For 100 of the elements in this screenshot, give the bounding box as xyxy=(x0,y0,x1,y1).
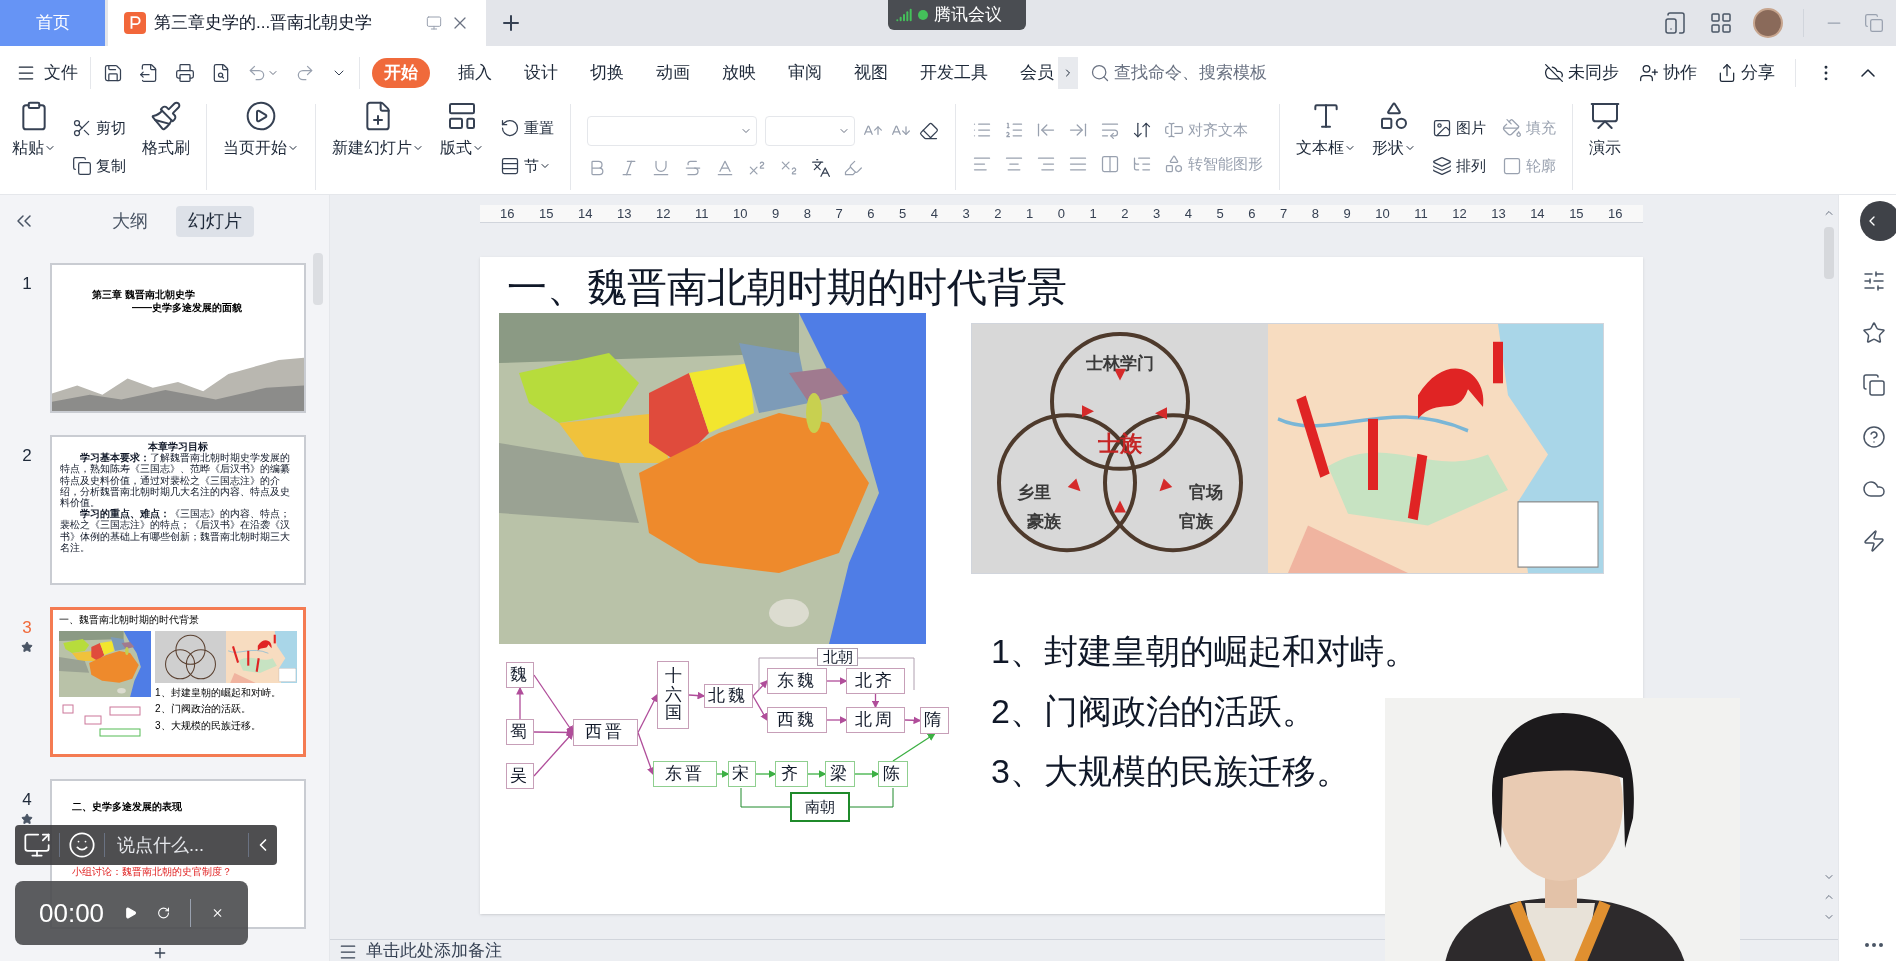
new-slide-button[interactable]: 新建幻灯片 xyxy=(332,100,424,194)
dynasty-node: 吴 xyxy=(506,763,534,789)
chat-bar[interactable]: 说点什么... xyxy=(15,825,277,865)
phonetic-icon[interactable] xyxy=(811,158,831,178)
strikethrough-icon[interactable] xyxy=(683,158,703,178)
menu-tab[interactable]: 切换 xyxy=(586,60,628,86)
slide-number: 4 xyxy=(22,789,32,811)
export-icon[interactable] xyxy=(139,63,159,83)
thumbnail-title: 第三章 魏晋南北朝史学 xyxy=(92,289,196,302)
font-color-icon[interactable] xyxy=(715,158,735,178)
ruler-label: 16 xyxy=(500,204,515,223)
dynasty-node: 十六国 xyxy=(657,661,689,729)
sidebar-tab[interactable]: 幻灯片 xyxy=(176,205,254,237)
grid-icon[interactable] xyxy=(1709,11,1733,35)
star-icon[interactable] xyxy=(1861,321,1886,345)
undo-icon[interactable] xyxy=(247,63,267,83)
ruler-label: 12 xyxy=(655,204,671,223)
slide-number: 3 xyxy=(22,617,32,639)
reset-button[interactable]: 重置 xyxy=(500,116,554,139)
arrange-button[interactable]: 排列 xyxy=(1432,155,1486,178)
sync-status-button[interactable]: 未同步 xyxy=(1544,60,1619,86)
cut-button[interactable]: 剪切 xyxy=(72,116,126,139)
print-preview-icon[interactable] xyxy=(211,63,231,83)
avatar[interactable] xyxy=(1753,8,1783,38)
collaborate-button[interactable]: 协作 xyxy=(1639,60,1697,86)
dynasty-node: 南朝 xyxy=(790,792,850,822)
copy-icon xyxy=(72,156,92,177)
more-tabs-button[interactable] xyxy=(1058,57,1078,89)
chat-input-field[interactable]: 说点什么... xyxy=(117,831,248,859)
menu-tab[interactable]: 开发工具 xyxy=(916,60,992,86)
search-icon xyxy=(1090,63,1110,83)
ruler-label: 7 xyxy=(835,204,843,223)
screen-share-icon[interactable] xyxy=(23,831,51,859)
present-button[interactable]: 演示 xyxy=(1589,100,1621,194)
present-icon xyxy=(1589,100,1621,132)
menu-tab[interactable]: 会员 xyxy=(1016,60,1058,86)
highlight-icon[interactable] xyxy=(843,158,863,178)
slide-thumbnail[interactable]: 一、魏晋南北朝时期的时代背景 1、封建皇朝的崛起和对峙。 2、门阀政治的活跃。 3、大规模的民族迁移。 xyxy=(50,607,306,757)
cut-icon xyxy=(72,117,92,138)
arrow xyxy=(854,770,880,778)
monitor-icon[interactable] xyxy=(426,15,442,31)
menu-tab[interactable]: 审阅 xyxy=(784,60,826,86)
share-button[interactable]: 分享 xyxy=(1717,60,1775,86)
arrow xyxy=(637,693,658,734)
menu-tab[interactable]: 视图 xyxy=(850,60,892,86)
save-icon[interactable] xyxy=(103,63,123,83)
picture-button[interactable]: 图片 xyxy=(1432,116,1486,139)
underline-icon[interactable] xyxy=(651,158,671,178)
copy-button[interactable]: 复制 xyxy=(72,155,126,178)
menu-tab[interactable]: 放映 xyxy=(718,60,760,86)
lightning-icon[interactable] xyxy=(1861,529,1886,553)
document-tab[interactable]: 第三章史学的...晋南北朝史学 xyxy=(108,0,486,46)
emoji-icon[interactable] xyxy=(68,831,96,859)
help-icon[interactable] xyxy=(1861,425,1886,449)
menu-tab[interactable]: 设计 xyxy=(520,60,562,86)
meeting-badge[interactable]: 腾讯会议 xyxy=(888,0,1026,30)
print-icon[interactable] xyxy=(175,63,195,83)
add-slide-icon[interactable] xyxy=(152,945,168,961)
columns-icon[interactable] xyxy=(1100,154,1120,175)
copy-icon[interactable] xyxy=(1861,373,1886,397)
ruler-label: 15 xyxy=(539,204,554,223)
dynasty-node: 北齐 xyxy=(846,668,905,694)
play-from-current-button[interactable]: 当页开始 xyxy=(223,100,299,194)
reset-icon xyxy=(500,117,520,138)
arrow xyxy=(826,677,848,685)
ruler-label: 1 xyxy=(1025,204,1034,223)
restore-icon[interactable] xyxy=(1864,13,1884,33)
dynasty-node: 东晋 xyxy=(653,761,717,787)
file-menu[interactable]: 文件 xyxy=(16,60,78,86)
adjust-icon[interactable] xyxy=(1861,269,1886,293)
sidebar-tab[interactable]: 大纲 xyxy=(100,205,160,237)
thumbnail-paragraph: 学习基本要求：了解魏晋南北朝时期史学发展的特点，熟知陈寿《三国志》、范晔《后汉书》的编纂特点及史料价值，通过对裴松之《三国志注》的介绍，分析魏晋南北朝时期几大名注的内容、特点及史料价值。 xyxy=(60,452,291,509)
arrow xyxy=(892,733,936,762)
arrowhead xyxy=(1114,500,1126,513)
menu-tab[interactable]: 插入 xyxy=(454,60,496,86)
ruler-label: 14 xyxy=(1530,204,1545,223)
format-painter-icon xyxy=(150,100,182,132)
menu-tab[interactable]: 动画 xyxy=(652,60,694,86)
thumbnail-title: 本章学习目标 xyxy=(147,441,208,453)
arrow xyxy=(516,686,524,720)
slide-thumbnail[interactable]: 第三章 魏晋南北朝史学 ——史学多途发展的面貌 xyxy=(50,263,306,413)
redo-icon[interactable] xyxy=(295,63,315,83)
section-button[interactable]: 节 xyxy=(500,155,554,178)
paste-button[interactable]: 粘贴 xyxy=(12,100,56,194)
ruler-label: 7 xyxy=(1279,204,1288,223)
clear-format-icon[interactable] xyxy=(919,121,939,141)
format-painter-button[interactable]: 格式刷 xyxy=(142,100,190,194)
thumbnail-list-item: 2、门阀政治的活跃。 xyxy=(155,703,252,716)
ruler-label: 4 xyxy=(1184,204,1192,223)
dynasty-node: 梁 xyxy=(825,761,855,787)
side-panel-toggle[interactable] xyxy=(1859,201,1896,241)
arrowhead xyxy=(1067,478,1081,492)
ruler-label: 16 xyxy=(1608,204,1623,223)
slide-thumbnail[interactable]: 本章学习目标 学习基本要求：了解魏晋南北朝时期史学发展的特点，熟知陈寿《三国志》、范晔《后汉书》的编纂特点及史料价值，通过对裴松之《三国志注》的介绍，分析魏晋南北朝时期几大名注的内容、特点及史料价值。 学习的重点、难点：《三国志》的内容、特点；裴松之《三国志注》的特点；《后汉书》在沿袭《汉书》体例的基础上有哪些创新；魏晋南北朝时期三大名注。 xyxy=(50,435,306,585)
text-box-button[interactable]: 文本框 xyxy=(1296,100,1356,194)
dynasty-node: 北魏 xyxy=(704,684,753,708)
shape-button[interactable]: 形状 xyxy=(1372,100,1416,194)
layout-button[interactable]: 版式 xyxy=(440,100,484,194)
outline-icon xyxy=(1502,156,1522,177)
search-field[interactable]: 查找命令、搜索模板 xyxy=(1090,60,1267,86)
